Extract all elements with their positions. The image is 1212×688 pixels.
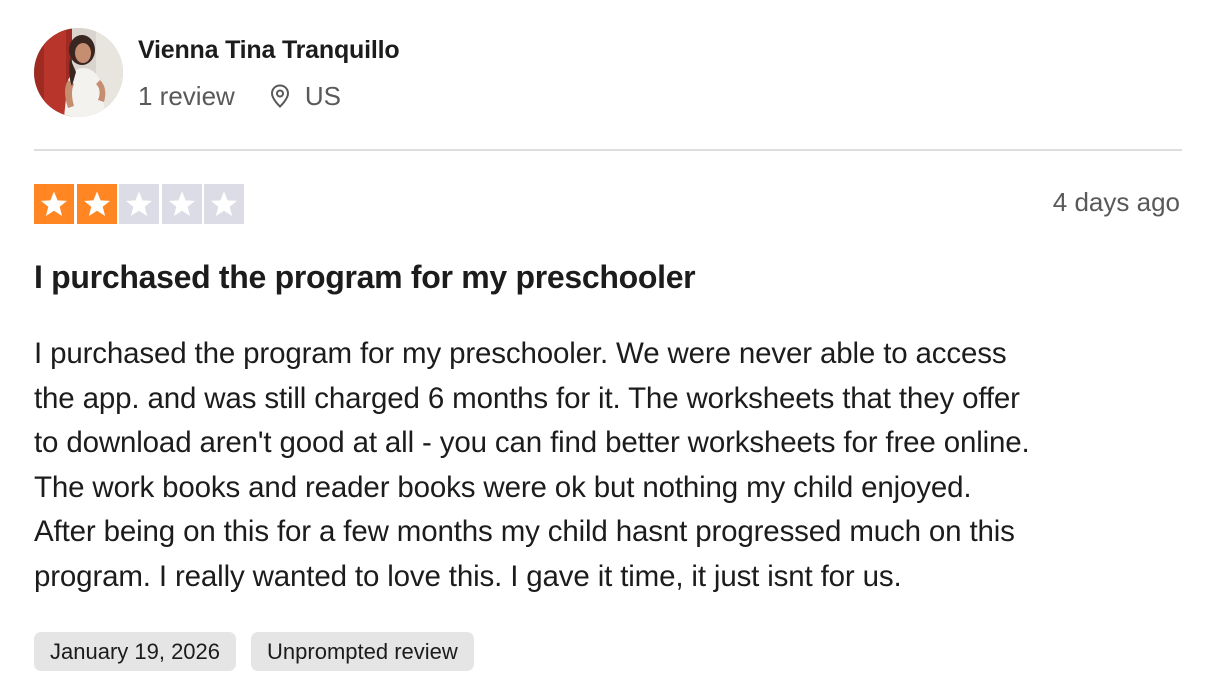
star-filled-icon [76,184,117,224]
star-empty-icon [161,184,202,224]
review-tags: January 19, 2026 Unprompted review [34,632,489,671]
review-body: I purchased the program for my preschool… [34,337,1030,593]
star-filled-icon [34,184,74,224]
map-pin-icon [267,83,293,109]
reviewer-meta: 1 review US [138,81,399,111]
review-card: Vienna Tina Tranquillo 1 review US 4 day… [0,0,1212,688]
reviewer-info: Vienna Tina Tranquillo 1 review US [138,28,400,111]
tag-unprompted-review[interactable]: Unprompted review [251,632,474,671]
tag-experience-date: January 19, 2026 [34,632,237,671]
reviewer-header: Vienna Tina Tranquillo 1 review US [34,28,400,117]
review-count: 1 review [138,81,235,111]
star-empty-icon [204,184,244,224]
location-label: US [304,81,341,111]
star-rating [34,184,247,224]
review-title[interactable]: I purchased the program for my preschool… [34,256,696,298]
reviewer-location: US [267,81,341,111]
avatar[interactable] [34,28,123,117]
reviewer-name[interactable]: Vienna Tina Tranquillo [138,36,400,64]
divider [34,149,1182,151]
star-empty-icon [119,184,159,224]
review-date-relative: 4 days ago [1052,187,1180,217]
